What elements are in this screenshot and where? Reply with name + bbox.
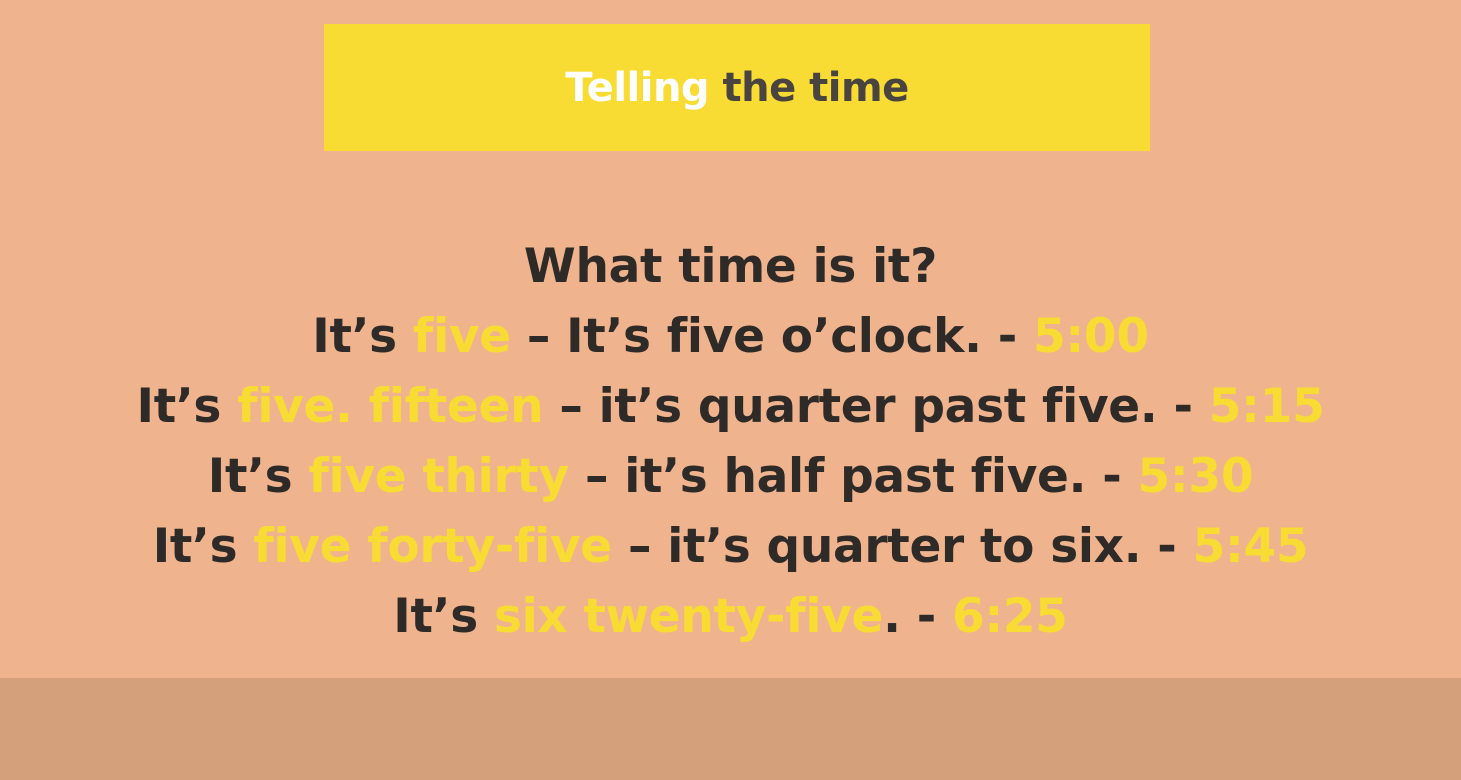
slide: Telling the time What time is it? It’s f… — [0, 0, 1461, 678]
title-banner: Telling the time — [324, 24, 1150, 151]
line-prefix: It’s — [393, 589, 494, 644]
line-time: 5:45 — [1192, 519, 1309, 574]
line-prefix: It’s — [136, 379, 238, 434]
line-time: 5:30 — [1137, 449, 1254, 504]
line-highlight: five forty-five — [253, 519, 612, 574]
line-highlight: five — [412, 309, 511, 364]
line-rest: – it’s quarter to six. - — [611, 519, 1193, 574]
line-highlight: six twenty-five — [493, 589, 884, 644]
line-rest: – it’s quarter past five. - — [543, 379, 1209, 434]
line-highlight: five. fifteen — [237, 379, 544, 434]
content-block: What time is it? It’s five – It’s five o… — [0, 232, 1461, 652]
line-prefix: It’s — [207, 449, 309, 504]
time-line: It’s five thirty – it’s half past five. … — [0, 442, 1461, 512]
title-part-telling: Telling — [565, 64, 710, 111]
line-rest: – It’s five o’clock. - — [510, 309, 1034, 364]
line-time: 5:00 — [1033, 309, 1149, 364]
line-rest: – it’s half past five. - — [568, 449, 1138, 504]
footer-band — [0, 678, 1461, 780]
title-part-the-time: the time — [709, 64, 909, 111]
line-prefix: It’s — [312, 309, 413, 364]
slide-title: Telling the time — [565, 65, 909, 111]
line-time: 5:15 — [1208, 379, 1325, 434]
line-prefix: It’s — [152, 519, 254, 574]
time-line: It’s six twenty-five. - 6:25 — [0, 582, 1461, 652]
question-line: What time is it? — [523, 239, 938, 294]
line-rest: . - — [883, 589, 952, 644]
time-line: It’s five. fifteen – it’s quarter past f… — [0, 372, 1461, 442]
line-highlight: five thirty — [308, 449, 569, 504]
line-time: 6:25 — [952, 589, 1068, 644]
time-line: It’s five forty-five – it’s quarter to s… — [0, 512, 1461, 582]
time-line: It’s five – It’s five o’clock. - 5:00 — [0, 302, 1461, 372]
